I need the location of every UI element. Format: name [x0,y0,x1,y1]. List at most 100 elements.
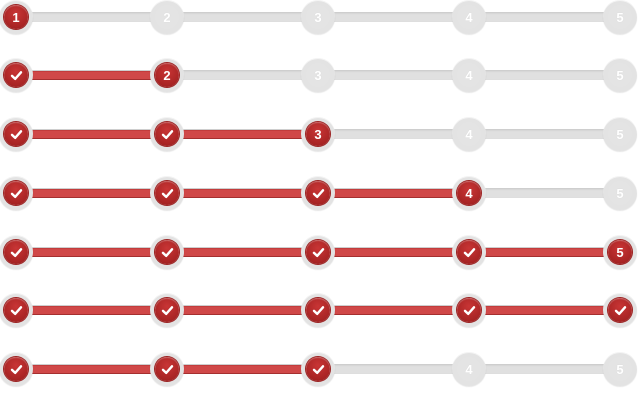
step-number: 5 [616,67,624,83]
checkmark-icon [614,305,626,315]
step-number: 4 [465,126,473,142]
checkmark-icon [463,247,475,257]
step-marker: 1 [4,5,28,29]
step-1-done[interactable] [0,58,33,92]
step-1-done[interactable] [0,352,33,386]
step-4-pending[interactable]: 4 [452,352,486,386]
progress-fill-segment [318,306,469,315]
step-marker [4,122,28,146]
step-3-done[interactable] [301,293,335,327]
step-wizard: 45 [0,352,639,386]
progress-fill-segment [16,365,167,374]
step-marker: 5 [608,5,632,29]
step-wizard: 45 [0,176,639,210]
step-5-pending[interactable]: 5 [603,0,637,34]
progress-fill-segment [469,248,620,257]
step-marker [306,181,330,205]
step-marker: 5 [608,181,632,205]
progress-fill-segment [16,130,167,139]
step-marker [306,240,330,264]
step-3-done[interactable] [301,352,335,386]
progress-fill-segment [167,189,318,198]
step-number: 5 [616,9,624,25]
step-3-done[interactable] [301,176,335,210]
checkmark-icon [161,305,173,315]
step-wizard: 2 3 4 5 [0,58,639,92]
step-2-done[interactable] [150,176,184,210]
step-marker: 4 [457,122,481,146]
step-2-current[interactable]: 2 [150,58,184,92]
progress-fill-segment [16,71,167,80]
checkmark-icon [161,364,173,374]
step-marker [155,240,179,264]
checkmark-icon [161,247,173,257]
step-marker [4,298,28,322]
step-marker [457,240,481,264]
step-3-pending[interactable]: 3 [301,58,335,92]
step-4-pending[interactable]: 4 [452,0,486,34]
step-marker: 5 [608,122,632,146]
step-5-current[interactable]: 5 [603,235,637,269]
step-marker: 5 [608,240,632,264]
step-4-pending[interactable]: 4 [452,58,486,92]
step-5-pending[interactable]: 5 [603,58,637,92]
step-marker: 3 [306,5,330,29]
step-2-done[interactable] [150,352,184,386]
step-4-done[interactable] [452,235,486,269]
step-marker: 3 [306,122,330,146]
step-3-done[interactable] [301,235,335,269]
step-number: 4 [465,67,473,83]
step-2-done[interactable] [150,117,184,151]
step-number: 5 [616,361,624,377]
step-5-pending[interactable]: 5 [603,176,637,210]
step-marker: 2 [155,5,179,29]
step-4-pending[interactable]: 4 [452,117,486,151]
step-3-pending[interactable]: 3 [301,0,335,34]
step-1-done[interactable] [0,176,33,210]
step-number: 4 [465,361,473,377]
step-marker: 4 [457,357,481,381]
progress-fill-segment [16,248,167,257]
checkmark-icon [161,129,173,139]
step-wizard-gallery: 12345234534545545 [0,0,639,416]
checkmark-icon [10,247,22,257]
progress-fill-segment [16,189,167,198]
step-4-current[interactable]: 4 [452,176,486,210]
step-1-done[interactable] [0,117,33,151]
step-number: 5 [616,185,624,201]
checkmark-icon [10,188,22,198]
step-marker: 3 [306,63,330,87]
checkmark-icon [312,247,324,257]
step-1-done[interactable] [0,293,33,327]
step-number: 2 [163,67,171,83]
step-2-done[interactable] [150,235,184,269]
step-marker: 5 [608,63,632,87]
step-number: 3 [314,9,322,25]
progress-fill-segment [318,189,469,198]
checkmark-icon [312,364,324,374]
step-marker [457,298,481,322]
progress-fill-segment [16,306,167,315]
step-marker: 4 [457,5,481,29]
checkmark-icon [161,188,173,198]
step-1-current[interactable]: 1 [0,0,33,34]
step-2-done[interactable] [150,293,184,327]
step-2-pending[interactable]: 2 [150,0,184,34]
step-marker: 5 [608,357,632,381]
step-number: 5 [616,126,624,142]
step-marker [4,240,28,264]
step-marker [155,122,179,146]
step-1-done[interactable] [0,235,33,269]
step-5-pending[interactable]: 5 [603,352,637,386]
progress-fill-segment [469,306,620,315]
step-3-current[interactable]: 3 [301,117,335,151]
checkmark-icon [10,305,22,315]
step-5-done[interactable] [603,293,637,327]
step-number: 3 [314,126,322,142]
step-5-pending[interactable]: 5 [603,117,637,151]
step-marker [608,298,632,322]
step-marker [306,357,330,381]
step-number: 4 [465,9,473,25]
checkmark-icon [312,188,324,198]
step-4-done[interactable] [452,293,486,327]
